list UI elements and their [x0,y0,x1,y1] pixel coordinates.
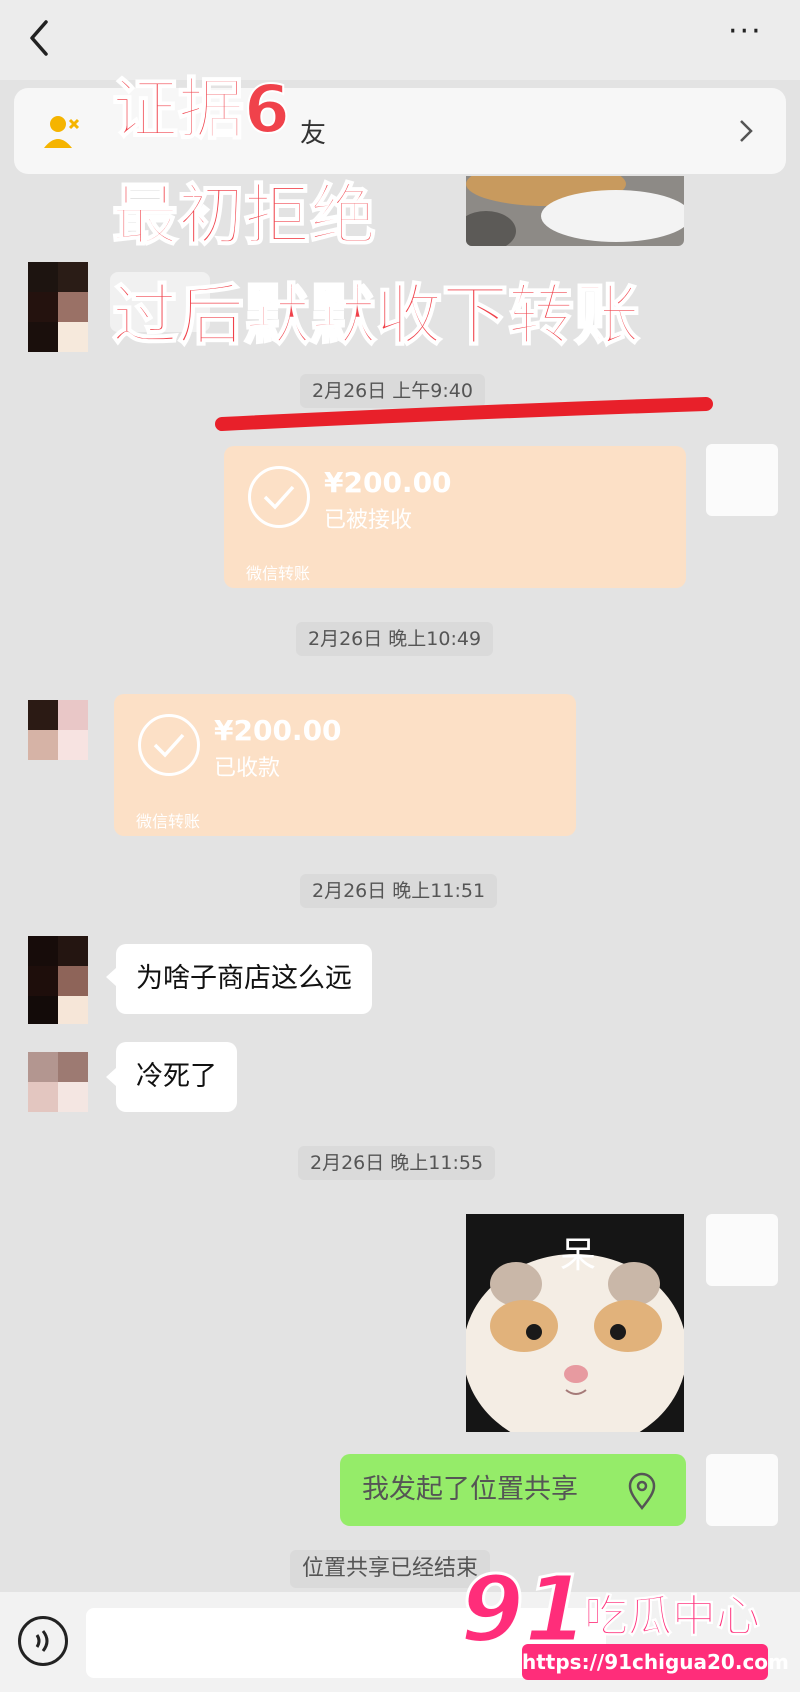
back-arrow-icon[interactable] [22,14,58,62]
photo-message[interactable] [466,176,684,246]
my-avatar[interactable] [706,444,778,516]
transfer-label: 微信转账 [246,564,311,583]
my-avatar[interactable] [706,1454,778,1526]
location-pin-icon [628,1472,656,1510]
text-message-bubble[interactable]: 为啥子商店这么远 [116,944,372,1014]
user-warning-icon [44,116,80,148]
notice-text: 友 [300,119,327,149]
evidence-title: 证据6 [111,70,291,149]
bubble-tail [106,1068,116,1086]
my-avatar[interactable] [706,1214,778,1286]
transfer-status: 已被接收 [324,508,413,533]
voice-input-icon[interactable] [18,1616,68,1666]
check-icon [248,466,310,528]
location-share-text: 我发起了位置共享 [362,1474,578,1505]
red-underline-mark [215,397,713,431]
sticker-caption: 呆 [560,1235,597,1276]
transfer-label: 微信转账 [136,812,201,831]
timestamp: 2月26日 晚上11:51 [300,874,498,908]
transfer-status: 已收款 [214,756,281,781]
timestamp: 2月26日 晚上10:49 [296,622,494,656]
contact-avatar[interactable] [28,936,88,1024]
contact-avatar[interactable] [28,262,88,352]
transfer-amount: ¥200.00 [214,714,342,747]
contact-avatar[interactable] [28,700,88,760]
bubble-tail [106,968,116,986]
watermark-name: 吃瓜中心 [584,1591,761,1642]
timestamp: 2月26日 晚上11:55 [298,1146,496,1180]
contact-avatar[interactable] [28,1052,88,1112]
check-icon [138,714,200,776]
text-message-bubble[interactable]: 冷死了 [116,1042,237,1112]
evidence-subtitle-2: 过后默默收下转账 [111,276,641,355]
chevron-right-icon[interactable] [736,116,756,146]
watermark-url: https://91chigua20.com [522,1644,789,1680]
top-bar [0,0,800,80]
transfer-amount: ¥200.00 [324,466,452,499]
evidence-subtitle-1: 最初拒绝 [111,176,377,255]
more-options-icon[interactable]: ··· [728,17,772,52]
